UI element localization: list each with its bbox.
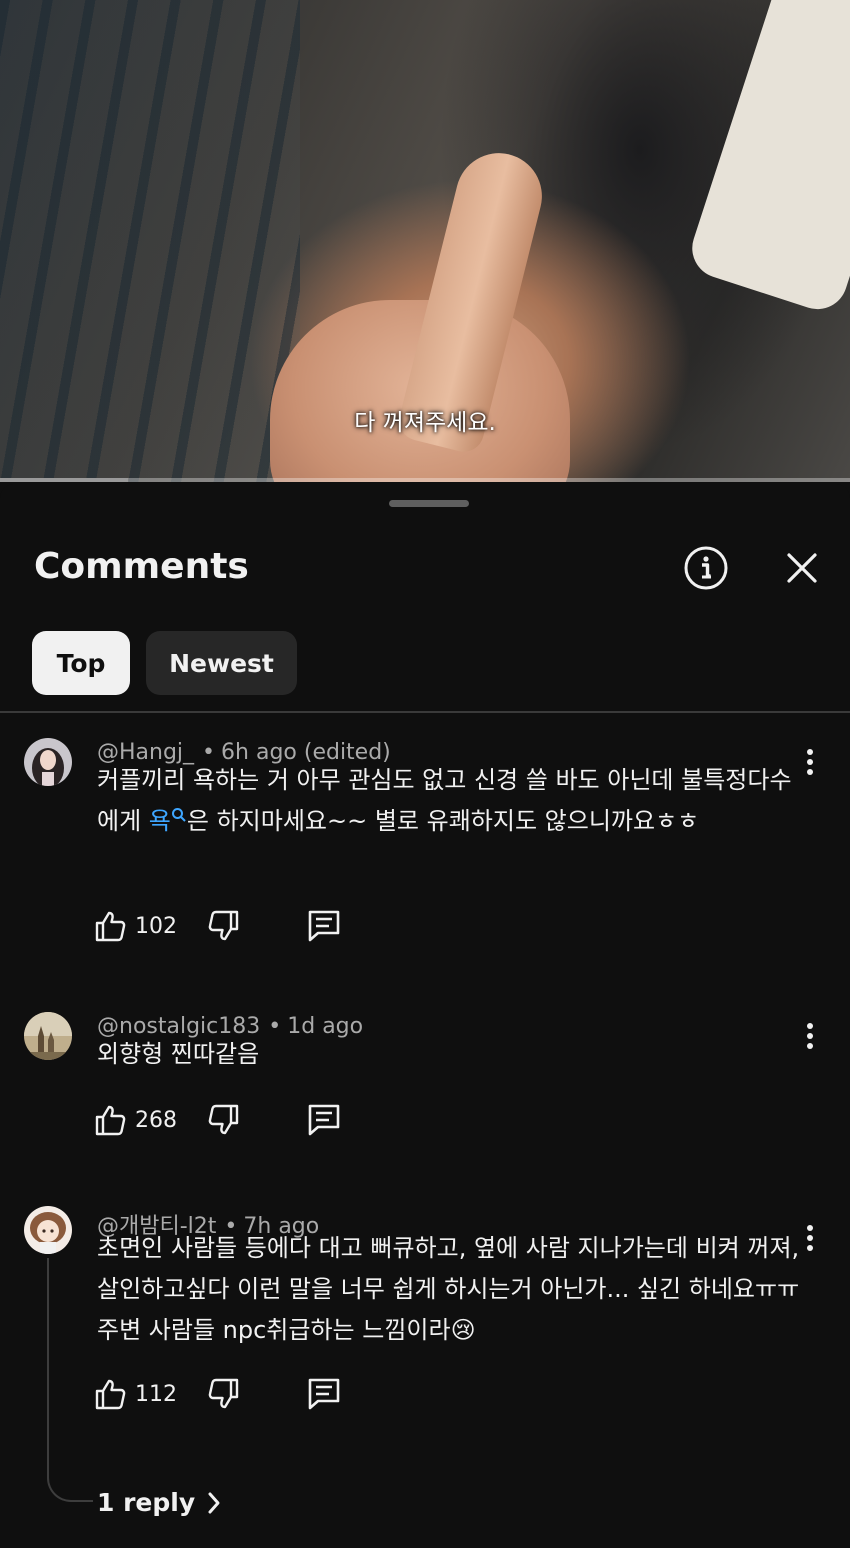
comment-icon [308,910,340,942]
video-player[interactable]: 다 꺼져주세요. [0,0,850,482]
video-progress-fill [0,478,128,482]
comment-actions: 102 [93,904,393,948]
more-vert-icon [807,1225,813,1251]
thumb-down-icon [208,1378,239,1409]
comment-text: 커플끼리 욕하는 거 아무 관심도 없고 신경 쓸 바도 아닌데 불특정다수에게… [97,766,792,835]
thumb-up-icon [95,1379,126,1410]
like-count: 112 [135,1381,177,1407]
replies-label: 1 reply [97,1488,196,1517]
more-vert-icon [807,749,813,775]
view-replies-button[interactable]: 1 reply [97,1488,221,1517]
comment-text: 외향형 찐따같음 [97,1040,260,1068]
header-divider [0,711,850,713]
comment-icon [308,1104,340,1136]
reply-button[interactable] [305,1098,343,1142]
crying-face-emoji: 😢 [450,1316,476,1344]
avatar[interactable] [24,738,72,786]
like-button[interactable]: 112 [93,1372,177,1416]
avatar[interactable] [24,1012,72,1060]
thumb-up-icon [95,1105,126,1136]
avatar[interactable] [24,1206,72,1254]
more-vert-icon [807,1023,813,1049]
reply-button[interactable] [305,1372,343,1416]
filter-chip-top[interactable]: Top [32,631,130,695]
dislike-button[interactable] [207,1098,241,1142]
like-count: 102 [135,913,177,939]
like-button[interactable]: 268 [93,1098,177,1142]
info-circle-icon [684,546,728,590]
video-subtitle: 다 꺼져주세요. [354,410,496,436]
search-link[interactable]: 욕 [149,807,187,835]
thumb-down-icon [208,1104,239,1135]
video-background-sleeve [684,0,850,317]
comments-sheet: Comments Top Newest @Hangj_ • 6h ago (ed… [0,484,850,1548]
video-progress-bar[interactable] [0,478,850,482]
chevron-right-icon [208,1492,220,1513]
comment-icon [308,1378,340,1410]
like-button[interactable]: 102 [93,904,177,948]
comments-title: Comments [34,546,249,587]
thumb-down-icon [208,910,239,941]
filter-chip-newest[interactable]: Newest [146,631,297,695]
comment-text: 초면인 사람들 등에다 대고 뻐큐하고, 옆에 사람 지나가는데 비켜 꺼져, … [97,1234,800,1344]
reply-button[interactable] [305,904,343,948]
search-small-icon [171,808,186,822]
dislike-button[interactable] [207,1372,241,1416]
close-button[interactable] [778,544,826,592]
drag-handle[interactable] [389,500,469,507]
thumb-up-icon [95,911,126,942]
thread-line [47,1258,93,1502]
comment-actions: 112 [93,1372,393,1416]
close-icon [787,553,817,583]
info-button[interactable] [682,544,730,592]
app-screen: 다 꺼져주세요. Comments Top Newest @Hangj_ • 6… [0,0,850,1548]
like-count: 268 [135,1107,177,1133]
comment-actions: 268 [93,1098,393,1142]
dislike-button[interactable] [207,904,241,948]
